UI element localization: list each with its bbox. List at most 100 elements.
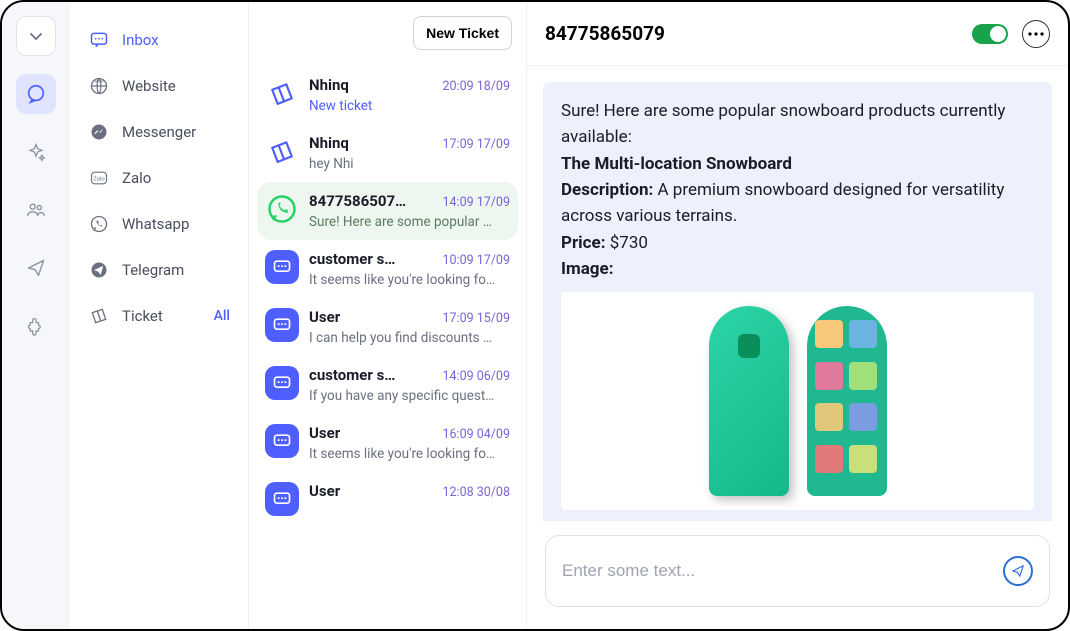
channel-label: Telegram <box>122 261 230 279</box>
assistant-message: Sure! Here are some popular snowboard pr… <box>543 82 1052 521</box>
conv-time: 20:09 18/09 <box>443 79 511 94</box>
channel-messenger[interactable]: Messenger <box>80 112 238 152</box>
desc-label: Description: <box>561 180 653 200</box>
new-ticket-button[interactable]: New Ticket <box>413 16 512 50</box>
chat-bubble-icon <box>88 29 110 51</box>
channel-whatsapp[interactable]: Whatsapp <box>80 204 238 244</box>
conv-preview: I can help you find discounts … <box>309 330 510 346</box>
channel-label: Ticket <box>122 307 202 325</box>
chevron-down-icon <box>28 28 44 44</box>
message-input[interactable] <box>562 561 1003 581</box>
web-icon <box>265 250 299 284</box>
web-icon <box>265 482 299 516</box>
product-title: The Multi-location Snowboard <box>561 154 792 174</box>
conv-name: User <box>309 308 340 326</box>
ticket-icon <box>265 76 299 110</box>
conv-name: User <box>309 424 340 442</box>
telegram-icon <box>88 259 110 281</box>
conv-preview: Sure! Here are some popular … <box>309 214 510 230</box>
more-button[interactable] <box>1022 20 1050 48</box>
active-toggle[interactable] <box>972 24 1008 44</box>
conv-preview: If you have any specific quest… <box>309 388 510 404</box>
channel-telegram[interactable]: Telegram <box>80 250 238 290</box>
people-icon <box>26 200 46 220</box>
conv-time: 10:09 17/09 <box>443 253 511 268</box>
channel-ticket[interactable]: Ticket All <box>80 296 238 336</box>
conv-preview: hey Nhi <box>309 156 510 172</box>
conv-name: Nhinq <box>309 134 349 152</box>
paper-plane-icon <box>26 258 46 278</box>
chat-icon <box>25 83 47 105</box>
web-icon <box>265 308 299 342</box>
puzzle-icon <box>26 316 46 336</box>
conv-name: customer s… <box>309 250 395 268</box>
channel-label: Zalo <box>122 169 230 187</box>
channel-inbox[interactable]: Inbox <box>80 20 238 60</box>
conversation-item[interactable]: customer s… 10:09 17/09 It seems like you'… <box>257 240 518 298</box>
conv-preview: It seems like you're looking fo… <box>309 446 510 462</box>
rail-extensions[interactable] <box>16 306 56 346</box>
conversation-item[interactable]: customer s… 14:09 06/09 If you have any sp… <box>257 356 518 414</box>
composer-box[interactable] <box>545 535 1050 607</box>
conversation-item[interactable]: User 17:09 15/09 I can help you find disco… <box>257 298 518 356</box>
conv-time: 12:08 30/08 <box>443 485 511 500</box>
image-label: Image: <box>561 259 613 279</box>
messenger-icon <box>88 121 110 143</box>
conversation-item[interactable]: Nhinq 17:09 17/09 hey Nhi <box>257 124 518 182</box>
price-label: Price: <box>561 233 606 253</box>
conv-time: 17:09 15/09 <box>443 311 511 326</box>
ticket-icon <box>265 134 299 168</box>
conversation-item[interactable]: 8477586507… 14:09 17/09 Sure! Here are som… <box>257 182 518 240</box>
rail-conversations[interactable] <box>16 74 56 114</box>
channel-label: Inbox <box>122 31 230 49</box>
thread-header: 84775865079 <box>527 2 1068 66</box>
channel-zalo[interactable]: Zalo Zalo <box>80 158 238 198</box>
rail-send[interactable] <box>16 248 56 288</box>
nav-rail <box>2 2 70 629</box>
product-image <box>561 292 1034 510</box>
zalo-icon: Zalo <box>88 167 110 189</box>
conv-preview: New ticket <box>309 98 510 114</box>
message-intro: Sure! Here are some popular snowboard pr… <box>561 98 1034 151</box>
svg-text:Zalo: Zalo <box>93 177 105 183</box>
svg-text:www: www <box>94 80 104 85</box>
conv-time: 16:09 04/09 <box>443 427 511 442</box>
app-window: Inbox wwwWebsite Messenger Zalo Zalo Whatsapp… <box>0 0 1070 631</box>
globe-icon: www <box>88 75 110 97</box>
ticket-icon <box>88 305 110 327</box>
thread-title: 84775865079 <box>545 22 958 45</box>
channel-website[interactable]: wwwWebsite <box>80 66 238 106</box>
thread-panel: 84775865079 Sure! Here are some popular … <box>526 2 1068 629</box>
conv-name: 8477586507… <box>309 192 406 210</box>
conversation-item[interactable]: Nhinq 20:09 18/09 New ticket <box>257 66 518 124</box>
conv-name: User <box>309 482 340 500</box>
conv-time: 14:09 17/09 <box>443 195 511 210</box>
dots-icon <box>1028 32 1044 36</box>
collapse-button[interactable] <box>16 16 56 56</box>
sparkle-icon <box>26 142 46 162</box>
conv-preview: It seems like you're looking fo… <box>309 272 510 288</box>
conv-name: customer s… <box>309 366 395 384</box>
send-button[interactable] <box>1003 556 1033 586</box>
channel-label: Whatsapp <box>122 215 230 233</box>
channel-sidebar: Inbox wwwWebsite Messenger Zalo Zalo Whatsapp… <box>70 2 248 629</box>
web-icon <box>265 424 299 458</box>
rail-ai[interactable] <box>16 132 56 172</box>
conv-time: 17:09 17/09 <box>443 137 511 152</box>
conv-name: Nhinq <box>309 76 349 94</box>
whatsapp-icon <box>265 192 299 226</box>
message-area[interactable]: Sure! Here are some popular snowboard pr… <box>527 66 1068 521</box>
conversation-list[interactable]: Nhinq 20:09 18/09 New ticket Nhinq 17:09 17/… <box>249 60 526 629</box>
channel-label: Messenger <box>122 123 230 141</box>
send-icon <box>1011 564 1025 578</box>
whatsapp-icon <box>88 213 110 235</box>
price-text: $730 <box>606 233 648 253</box>
rail-contacts[interactable] <box>16 190 56 230</box>
conversation-list-panel: New Ticket Nhinq20:09 18/09New ticketNhi… <box>248 2 526 629</box>
channel-badge: All <box>214 308 230 324</box>
conversation-item[interactable]: User 12:08 30/08 <box>257 472 518 526</box>
web-icon <box>265 366 299 400</box>
conv-time: 14:09 06/09 <box>443 369 511 384</box>
composer <box>527 521 1068 629</box>
conversation-item[interactable]: User 16:09 04/09 It seems like you're look… <box>257 414 518 472</box>
